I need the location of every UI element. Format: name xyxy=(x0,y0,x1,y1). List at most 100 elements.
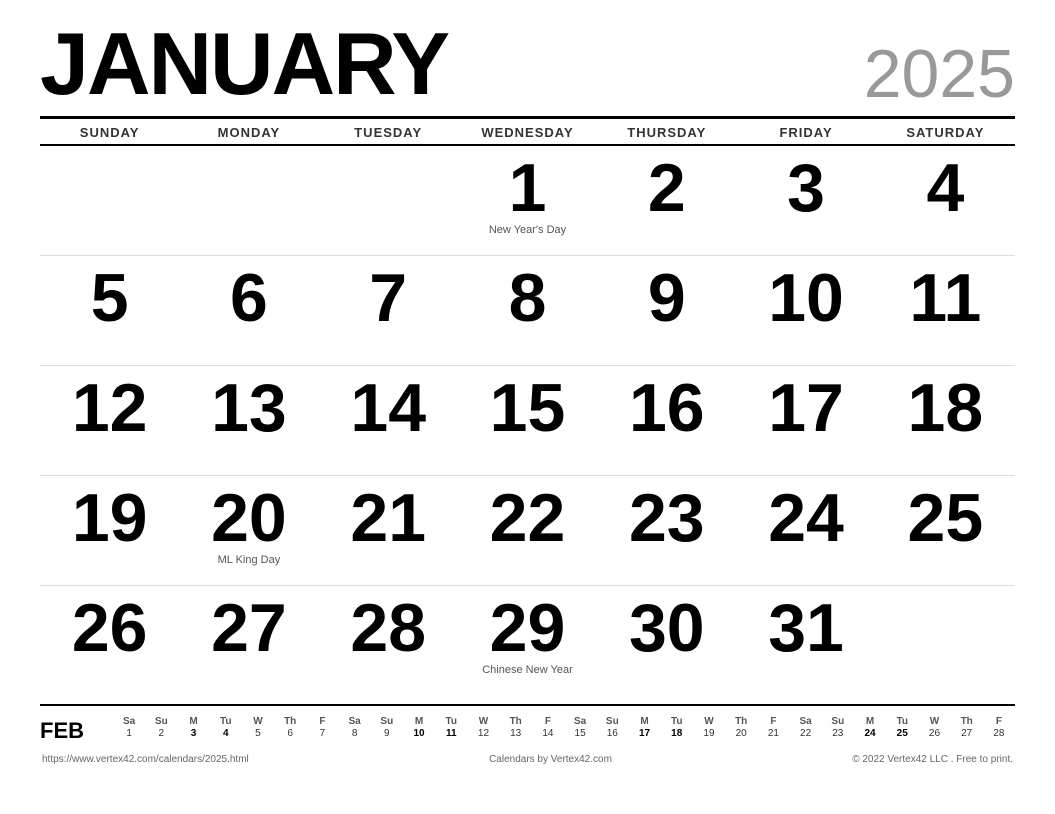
mini-day-cell: 26 xyxy=(918,727,950,740)
day-number: 11 xyxy=(909,264,981,332)
calendar-cell: 17 xyxy=(736,366,875,476)
day-number: 8 xyxy=(509,264,547,332)
mini-day-cell: 27 xyxy=(951,727,983,740)
day-number: 24 xyxy=(768,484,844,552)
day-number: 17 xyxy=(768,374,844,442)
calendar-cell: 27 xyxy=(179,586,318,696)
mini-day-cell: 8 xyxy=(339,727,371,740)
mini-header-cell: Th xyxy=(725,716,757,727)
mini-header-cell: M xyxy=(403,716,435,727)
calendar-cell xyxy=(876,586,1015,696)
calendar-cell: 26 xyxy=(40,586,179,696)
mini-day-cell: 20 xyxy=(725,727,757,740)
calendar-cell: 28 xyxy=(319,586,458,696)
calendar-cell: 12 xyxy=(40,366,179,476)
mini-header-cell: Su xyxy=(822,716,854,727)
day-number: 10 xyxy=(768,264,844,332)
mini-calendar-section: FEB SaSuMTuWThFSaSuMTuWThFSaSuMTuWThFSaS… xyxy=(40,704,1015,748)
mini-header-cell: W xyxy=(918,716,950,727)
day-number: 15 xyxy=(490,374,566,442)
day-number: 30 xyxy=(629,594,705,662)
calendar-cell xyxy=(40,146,179,256)
mini-day-cell: 25 xyxy=(886,727,918,740)
holiday-label: New Year's Day xyxy=(489,224,566,236)
day-number: 7 xyxy=(369,264,407,332)
mini-header-cell: Su xyxy=(145,716,177,727)
calendar-cell: 15 xyxy=(458,366,597,476)
mini-day-cell: 28 xyxy=(983,727,1015,740)
day-number: 31 xyxy=(768,594,844,662)
mini-day-cell: 12 xyxy=(467,727,499,740)
mini-grid: SaSuMTuWThFSaSuMTuWThFSaSuMTuWThFSaSuMTu… xyxy=(113,716,1015,740)
mini-header-cell: Tu xyxy=(435,716,467,727)
day-number: 3 xyxy=(787,154,825,222)
mini-header-cell: M xyxy=(628,716,660,727)
day-header: THURSDAY xyxy=(597,125,736,140)
mini-day-cell: 10 xyxy=(403,727,435,740)
calendar-cell: 22 xyxy=(458,476,597,586)
day-header: TUESDAY xyxy=(319,125,458,140)
mini-day-cell: 6 xyxy=(274,727,306,740)
mini-day-cell: 22 xyxy=(790,727,822,740)
month-title: JANUARY xyxy=(40,20,448,108)
mini-header-cell: W xyxy=(693,716,725,727)
footer-center: Calendars by Vertex42.com xyxy=(489,754,612,765)
day-headers-row: SUNDAYMONDAYTUESDAYWEDNESDAYTHURSDAYFRID… xyxy=(40,119,1015,146)
mini-day-cell: 19 xyxy=(693,727,725,740)
calendar-cell: 6 xyxy=(179,256,318,366)
mini-day-cell: 13 xyxy=(500,727,532,740)
calendar-cell: 24 xyxy=(736,476,875,586)
mini-header-cell: Sa xyxy=(564,716,596,727)
mini-calendar: SaSuMTuWThFSaSuMTuWThFSaSuMTuWThFSaSuMTu… xyxy=(113,716,1015,740)
mini-day-cell: 11 xyxy=(435,727,467,740)
mini-header-cell: Th xyxy=(951,716,983,727)
holiday-label: ML King Day xyxy=(218,554,281,566)
day-header: FRIDAY xyxy=(736,125,875,140)
mini-header-cell: F xyxy=(306,716,338,727)
day-number: 22 xyxy=(490,484,566,552)
mini-header-cell: Tu xyxy=(210,716,242,727)
calendar-cell: 5 xyxy=(40,256,179,366)
day-number: 4 xyxy=(926,154,964,222)
mini-day-cell: 14 xyxy=(532,727,564,740)
day-number: 18 xyxy=(908,374,984,442)
calendar-cell: 19 xyxy=(40,476,179,586)
mini-header-cell: F xyxy=(532,716,564,727)
mini-day-cell: 21 xyxy=(757,727,789,740)
mini-day-cell: 23 xyxy=(822,727,854,740)
day-number: 23 xyxy=(629,484,705,552)
day-header: SATURDAY xyxy=(876,125,1015,140)
day-header: WEDNESDAY xyxy=(458,125,597,140)
calendar-cell: 13 xyxy=(179,366,318,476)
day-number: 16 xyxy=(629,374,705,442)
calendar-cell: 20ML King Day xyxy=(179,476,318,586)
footer-url: https://www.vertex42.com/calendars/2025.… xyxy=(42,754,249,765)
calendar-cell: 8 xyxy=(458,256,597,366)
calendar-cell xyxy=(179,146,318,256)
mini-day-cell: 3 xyxy=(177,727,209,740)
calendar-cell: 14 xyxy=(319,366,458,476)
mini-day-cell: 5 xyxy=(242,727,274,740)
mini-header-cell: Su xyxy=(596,716,628,727)
calendar-cell: 31 xyxy=(736,586,875,696)
mini-day-cell: 9 xyxy=(371,727,403,740)
mini-day-cell: 1 xyxy=(113,727,145,740)
day-number: 2 xyxy=(648,154,686,222)
mini-day-cell: 18 xyxy=(661,727,693,740)
calendar-cell: 23 xyxy=(597,476,736,586)
calendar-cell: 21 xyxy=(319,476,458,586)
mini-day-cell: 4 xyxy=(210,727,242,740)
mini-day-cell: 17 xyxy=(628,727,660,740)
day-number: 26 xyxy=(72,594,148,662)
mini-day-cell: 15 xyxy=(564,727,596,740)
calendar-cell: 29Chinese New Year xyxy=(458,586,597,696)
mini-header-cell: Sa xyxy=(790,716,822,727)
mini-header-cell: M xyxy=(854,716,886,727)
calendar-cell: 7 xyxy=(319,256,458,366)
calendar-page: JANUARY 2025 SUNDAYMONDAYTUESDAYWEDNESDA… xyxy=(0,0,1055,814)
day-number: 6 xyxy=(230,264,268,332)
mini-header-cell: Sa xyxy=(113,716,145,727)
calendar-cell: 1New Year's Day xyxy=(458,146,597,256)
footer-copyright: © 2022 Vertex42 LLC . Free to print. xyxy=(852,754,1013,765)
day-number: 14 xyxy=(350,374,426,442)
